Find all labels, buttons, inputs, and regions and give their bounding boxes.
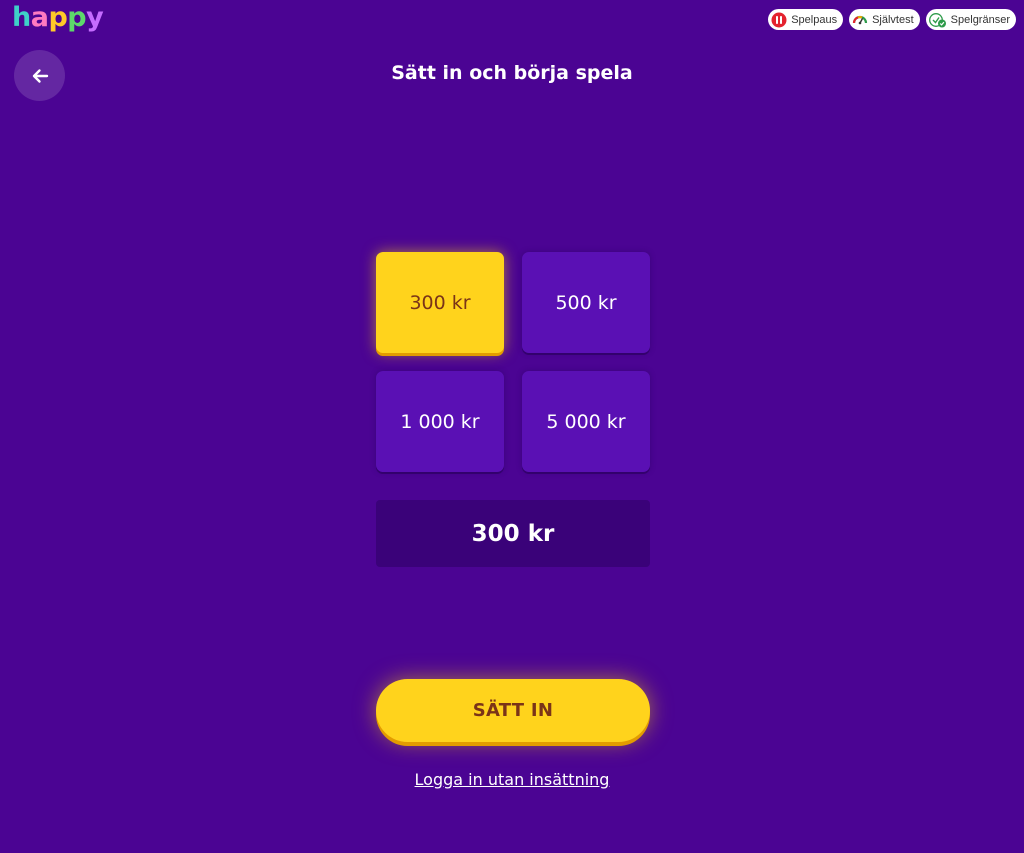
logo-letter: y [86, 2, 104, 33]
logo-letter: p [48, 2, 68, 33]
logo-letter: p [67, 2, 87, 33]
deposit-amount-input[interactable]: 300 kr [376, 500, 650, 567]
logo-letter: h [12, 2, 31, 33]
page-title: Sätt in och börja spela [391, 62, 633, 84]
amount-option-5000[interactable]: 5 000 kr [522, 371, 650, 472]
responsible-gaming-bar: Spelpaus Självtest Spelgränser [768, 9, 1016, 30]
amount-option-1000[interactable]: 1 000 kr [376, 371, 504, 472]
limits-icon [928, 12, 946, 27]
sjalvtest-label: Självtest [872, 13, 914, 26]
spelpaus-label: Spelpaus [791, 13, 838, 26]
gauge-icon [852, 15, 868, 24]
amount-option-500[interactable]: 500 kr [522, 252, 650, 353]
pause-icon [771, 12, 787, 27]
spelgranser-label: Spelgränser [950, 13, 1010, 26]
happy-logo[interactable]: happy [12, 2, 104, 34]
spelpaus-button[interactable]: Spelpaus [768, 9, 844, 30]
login-without-deposit-link[interactable]: Logga in utan insättning [0, 770, 1024, 789]
sjalvtest-button[interactable]: Självtest [849, 9, 920, 30]
amount-option-300[interactable]: 300 kr [376, 252, 504, 353]
logo-letter: a [30, 2, 49, 33]
deposit-submit-button[interactable]: SÄTT IN [376, 679, 650, 742]
spelgranser-button[interactable]: Spelgränser [925, 9, 1016, 30]
deposit-amount-options: 300 kr 500 kr 1 000 kr 5 000 kr [376, 252, 650, 472]
